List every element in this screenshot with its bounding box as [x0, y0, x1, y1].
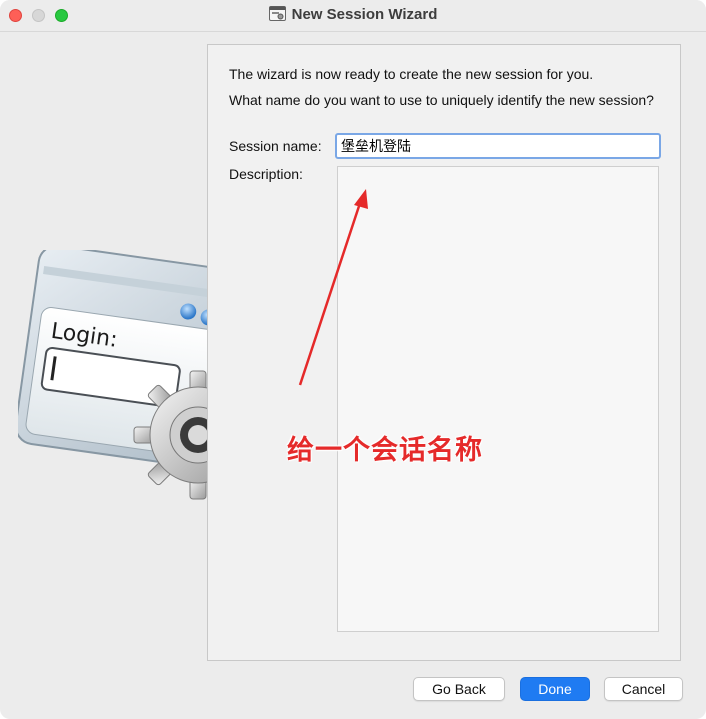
description-textarea[interactable]: [337, 166, 659, 632]
intro-text: The wizard is now ready to create the ne…: [229, 66, 594, 82]
session-name-input[interactable]: [335, 133, 661, 159]
window-title-text: New Session Wizard: [291, 6, 438, 23]
cancel-button[interactable]: Cancel: [604, 677, 683, 701]
annotation-arrow-icon: [298, 189, 368, 386]
session-name-label: Session name:: [229, 138, 322, 154]
app-window-icon: [268, 6, 286, 21]
description-label: Description:: [229, 166, 303, 182]
title-bar[interactable]: New Session Wizard: [0, 0, 706, 32]
question-text: What name do you want to use to uniquely…: [229, 92, 654, 108]
window-title: New Session Wizard: [0, 6, 706, 23]
annotation-text: 给一个会话名称: [287, 435, 483, 466]
wizard-window: New Session Wizard Login: The wizard is …: [0, 0, 706, 719]
go-back-button[interactable]: Go Back: [413, 677, 505, 701]
done-button[interactable]: Done: [520, 677, 590, 701]
